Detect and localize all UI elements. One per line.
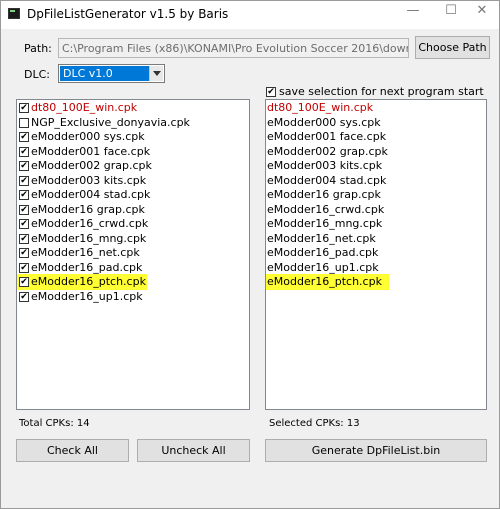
- maximize-button[interactable]: ☐: [436, 1, 466, 23]
- list-item[interactable]: eModder16_pad.cpk: [266, 246, 486, 260]
- list-item-label: eModder16_mng.cpk: [267, 217, 383, 230]
- list-item-label: eModder16_ptch.cpk: [267, 275, 382, 288]
- checkbox-checked[interactable]: ✔: [19, 233, 29, 244]
- list-item[interactable]: eModder001 face.cpk: [266, 130, 486, 144]
- close-button[interactable]: ✕: [467, 1, 497, 23]
- list-item-label: eModder16_mng.cpk: [31, 231, 147, 245]
- list-item[interactable]: ✔ eModder001 face.cpk: [17, 145, 249, 159]
- list-item[interactable]: ✔ eModder002 grap.cpk: [17, 159, 249, 173]
- checkbox-checked[interactable]: ✔: [19, 103, 29, 113]
- list-item-label: eModder16_ptch.cpk: [31, 275, 146, 288]
- list-item[interactable]: eModder16_crwd.cpk: [266, 203, 486, 217]
- list-item-label: eModder16_pad.cpk: [31, 260, 143, 274]
- window-title: DpFileListGenerator v1.5 by Baris: [27, 7, 229, 21]
- checkbox-checked[interactable]: ✔: [19, 146, 29, 157]
- list-item-label: eModder16 grap.cpk: [31, 202, 145, 216]
- list-item[interactable]: eModder16_net.cpk: [266, 232, 486, 246]
- dlc-select[interactable]: DLC v1.0: [58, 64, 165, 83]
- path-field[interactable]: C:\Program Files (x86)\KONAMI\Pro Evolut…: [58, 38, 409, 58]
- checkbox-checked[interactable]: ✔: [19, 190, 29, 200]
- list-item-label: eModder002 grap.cpk: [267, 144, 388, 158]
- list-item-label: eModder16 grap.cpk: [267, 188, 381, 201]
- checkbox-checked[interactable]: ✔: [19, 248, 29, 258]
- list-item-label: eModder16_net.cpk: [267, 231, 376, 245]
- checkbox-checked[interactable]: ✔: [19, 219, 29, 229]
- app-icon: [8, 8, 20, 19]
- dlc-selected-value: DLC v1.0: [60, 66, 149, 81]
- list-item[interactable]: ✔ eModder003 kits.cpk: [17, 174, 249, 188]
- list-item-label: eModder16_crwd.cpk: [267, 202, 385, 216]
- list-item-label: eModder001 face.cpk: [267, 130, 387, 143]
- list-item-label: eModder16_net.cpk: [31, 246, 140, 259]
- list-item[interactable]: eModder16_ptch.cpk: [266, 275, 486, 289]
- save-selection-checkbox[interactable]: ✔: [266, 87, 276, 97]
- choose-path-button[interactable]: Choose Path: [415, 36, 490, 59]
- list-item-label: eModder000 sys.cpk: [267, 115, 381, 129]
- list-item-label: eModder16_up1.cpk: [267, 260, 379, 274]
- list-item[interactable]: ✔ eModder16_net.cpk: [17, 246, 249, 260]
- checkbox-checked[interactable]: ✔: [19, 161, 29, 171]
- list-item-label: eModder003 kits.cpk: [267, 159, 383, 172]
- checkbox-checked[interactable]: ✔: [19, 277, 29, 287]
- list-item-label: eModder16_pad.cpk: [267, 246, 379, 259]
- checkbox-checked[interactable]: ✔: [19, 291, 29, 302]
- list-item-label: eModder004 stad.cpk: [31, 188, 151, 201]
- checkbox-checked[interactable]: ✔: [19, 132, 29, 142]
- list-item[interactable]: eModder004 stad.cpk: [266, 174, 486, 188]
- list-item[interactable]: ✔ eModder16_up1.cpk: [17, 290, 249, 304]
- selected-cpk-list[interactable]: dt80_100E_win.cpk eModder000 sys.cpk eModd…: [265, 99, 487, 410]
- path-label: Path:: [24, 42, 52, 55]
- list-item[interactable]: eModder16_up1.cpk: [266, 261, 486, 275]
- list-item-label: eModder004 stad.cpk: [267, 173, 387, 187]
- selected-cpks-label: Selected CPKs: 13: [269, 418, 360, 429]
- list-item[interactable]: ✔ eModder16_pad.cpk: [17, 261, 249, 275]
- list-item[interactable]: eModder003 kits.cpk: [266, 159, 486, 173]
- checkbox-checked[interactable]: ✔: [19, 262, 29, 273]
- list-item[interactable]: dt80_100E_win.cpk: [266, 101, 486, 115]
- list-item-label: eModder16_crwd.cpk: [31, 217, 149, 230]
- list-item-label: eModder000 sys.cpk: [31, 130, 145, 143]
- list-item[interactable]: ✔ eModder004 stad.cpk: [17, 188, 249, 202]
- save-selection-label: save selection for next program start: [279, 85, 484, 98]
- uncheck-all-button[interactable]: Uncheck All: [137, 439, 250, 462]
- list-item-label: NGP_Exclusive_donyavia.cpk: [31, 115, 190, 129]
- list-item[interactable]: ✔ eModder16_mng.cpk: [17, 232, 249, 246]
- list-item-label: dt80_100E_win.cpk: [31, 101, 138, 114]
- title-bar[interactable]: DpFileListGenerator v1.5 by Baris — ☐ ✕: [1, 1, 499, 29]
- list-item-label: dt80_100E_win.cpk: [267, 101, 374, 114]
- minimize-button[interactable]: —: [398, 1, 428, 23]
- list-item[interactable]: ✔ eModder16_crwd.cpk: [17, 217, 249, 231]
- chevron-down-icon[interactable]: [149, 66, 163, 81]
- list-item[interactable]: eModder16 grap.cpk: [266, 188, 486, 202]
- total-cpks-label: Total CPKs: 14: [19, 418, 90, 429]
- list-item[interactable]: eModder002 grap.cpk: [266, 145, 486, 159]
- list-item[interactable]: NGP_Exclusive_donyavia.cpk: [17, 116, 249, 130]
- list-item[interactable]: ✔ eModder16 grap.cpk: [17, 203, 249, 217]
- list-item[interactable]: ✔ dt80_100E_win.cpk: [17, 101, 249, 115]
- list-item-label: eModder003 kits.cpk: [31, 173, 147, 187]
- app-window: DpFileListGenerator v1.5 by Baris — ☐ ✕ …: [0, 0, 500, 509]
- generate-button[interactable]: Generate DpFileList.bin: [265, 439, 487, 462]
- list-item-label: eModder16_up1.cpk: [31, 289, 143, 303]
- list-item[interactable]: ✔ eModder16_ptch.cpk: [17, 275, 249, 289]
- cpk-checklist[interactable]: ✔ dt80_100E_win.cpk NGP_Exclusive_donyavia…: [16, 99, 250, 410]
- list-item-label: eModder001 face.cpk: [31, 144, 151, 158]
- checkbox-checked[interactable]: ✔: [19, 204, 29, 215]
- checkbox-unchecked[interactable]: [19, 117, 29, 128]
- list-item[interactable]: ✔ eModder000 sys.cpk: [17, 130, 249, 144]
- list-item[interactable]: eModder16_mng.cpk: [266, 217, 486, 231]
- dlc-label: DLC:: [24, 68, 50, 81]
- list-item[interactable]: eModder000 sys.cpk: [266, 116, 486, 130]
- check-all-button[interactable]: Check All: [16, 439, 129, 462]
- checkbox-checked[interactable]: ✔: [19, 175, 29, 186]
- list-item-label: eModder002 grap.cpk: [31, 159, 152, 172]
